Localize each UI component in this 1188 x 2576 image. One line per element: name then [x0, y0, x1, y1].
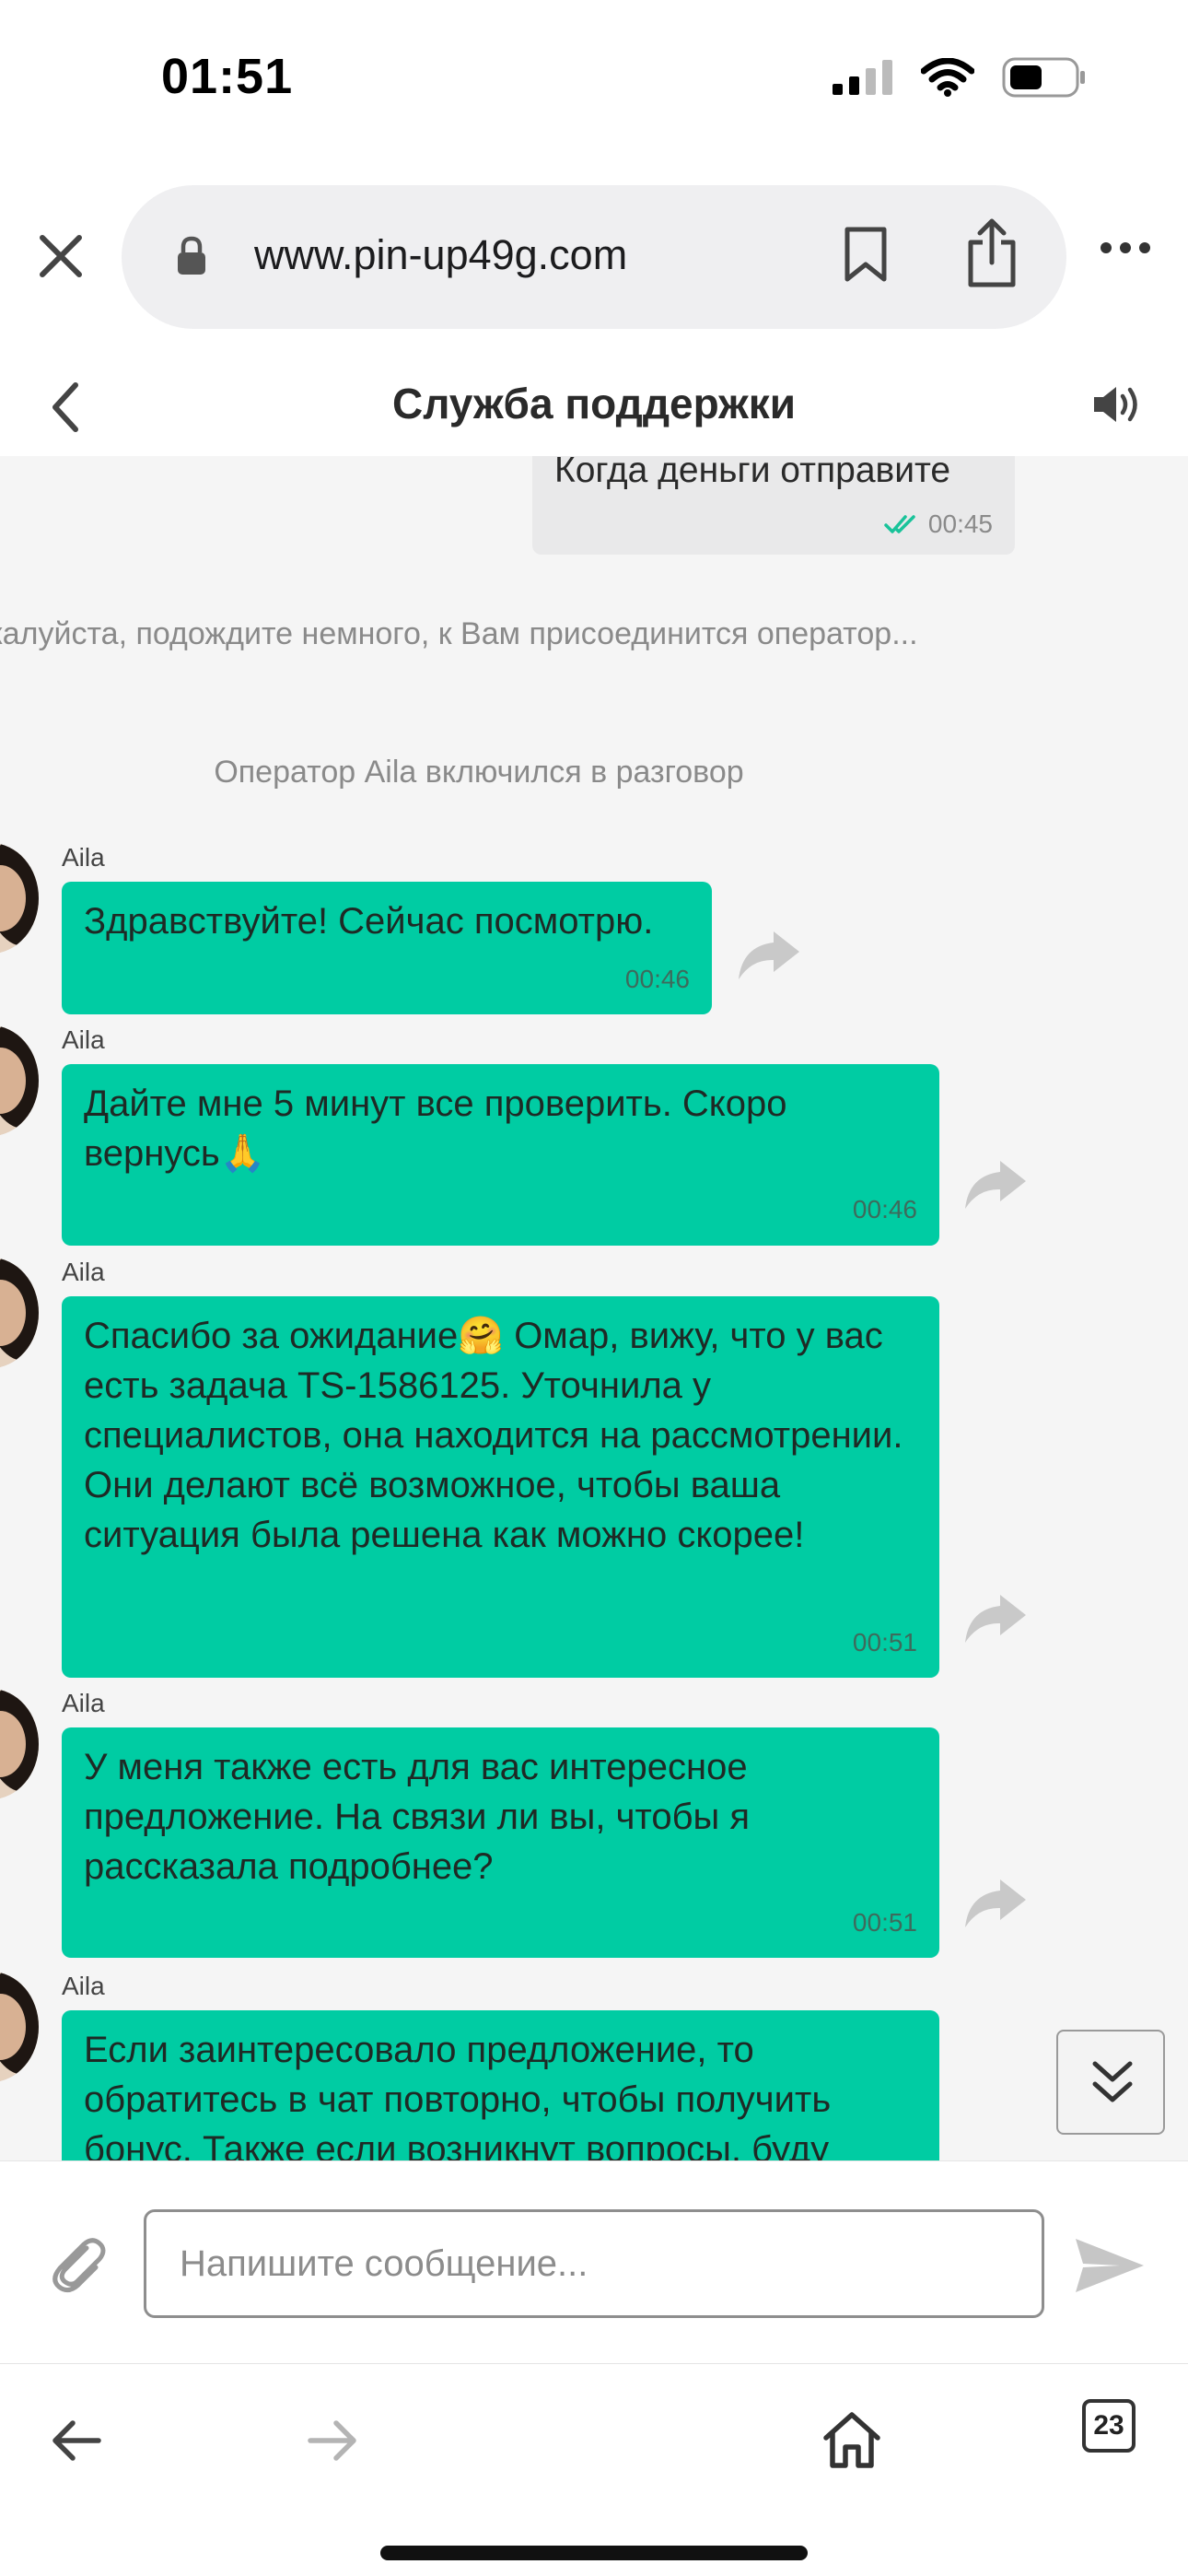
- scroll-to-bottom-button[interactable]: [1056, 2030, 1165, 2135]
- status-icons: [833, 57, 1087, 98]
- message-bubble: Здравствуйте! Сейчас посмотрю. 00:46: [62, 882, 712, 1014]
- chat-messages[interactable]: Когда деньги отправите 00:45 жалуйста, п…: [0, 456, 1188, 2160]
- home-indicator: [380, 2546, 808, 2560]
- double-chevron-down-icon: [1092, 2061, 1133, 2102]
- battery-icon: [1002, 57, 1085, 98]
- cellular-signal-icon: [833, 60, 892, 95]
- bookmark-icon: [844, 227, 887, 282]
- message-bubble: Спасибо за ожидание🤗 Омар, вижу, что у в…: [62, 1296, 939, 1678]
- operator-avatar: [0, 1258, 39, 1368]
- message-text: У меня также есть для вас интересное пре…: [84, 1747, 751, 1887]
- message-text: Если заинтересовало предложение, то обра…: [84, 2030, 832, 2160]
- system-message-joined: Оператор Aila включился в разговор: [214, 755, 744, 790]
- speaker-icon: [1094, 387, 1137, 422]
- user-message-text: Когда деньги отправите: [554, 456, 951, 490]
- operator-avatar: [0, 1025, 39, 1136]
- forward-arrow-icon[interactable]: [737, 930, 801, 981]
- operator-avatar: [0, 843, 39, 954]
- more-icon-dot: [1139, 242, 1150, 253]
- sender-name: Aila: [62, 843, 105, 872]
- send-button[interactable]: [1074, 2237, 1146, 2299]
- system-message-waiting: жалуйста, подождите немного, к Вам присо…: [0, 616, 918, 651]
- more-icon: [1101, 242, 1112, 253]
- paperclip-icon: [52, 2238, 106, 2292]
- wifi-icon: [921, 58, 974, 97]
- status-time: 01:51: [161, 49, 294, 104]
- user-message-meta: 00:45: [884, 509, 993, 539]
- close-button[interactable]: [35, 230, 87, 282]
- more-icon-dot: [1120, 242, 1131, 253]
- operator-avatar: [0, 1689, 39, 1799]
- close-icon: [40, 235, 82, 277]
- browser-back-button[interactable]: [51, 2419, 102, 2466]
- operator-avatar: [0, 1972, 39, 2082]
- sender-name: Aila: [62, 1689, 105, 1717]
- arrow-left-icon: [52, 2420, 101, 2461]
- sound-toggle-button[interactable]: [1092, 384, 1142, 429]
- message-bubble: У меня также есть для вас интересное пре…: [62, 1727, 939, 1958]
- message-bubble: Если заинтересовало предложение, то обра…: [62, 2010, 939, 2160]
- browser-toolbar: www.pin-up49g.com: [0, 180, 1188, 336]
- message-time: 00:45: [927, 509, 993, 538]
- forward-arrow-icon[interactable]: [963, 1593, 1028, 1645]
- chat-title: Служба поддержки: [391, 380, 797, 427]
- message-text: Дайте мне 5 минут все проверить. Скоро в…: [84, 1083, 787, 1174]
- double-check-icon: [884, 515, 915, 533]
- sender-name: Aila: [62, 1025, 105, 1054]
- browser-bottom-bar: 23: [0, 2363, 1188, 2576]
- browser-forward-button[interactable]: [307, 2419, 358, 2466]
- attach-button[interactable]: [48, 2233, 109, 2299]
- chat-header: Служба поддержки: [0, 355, 1188, 456]
- forward-arrow-icon[interactable]: [963, 1159, 1028, 1211]
- lock-icon: [178, 236, 205, 275]
- message-time: 00:51: [852, 1908, 917, 1937]
- forward-arrow-icon[interactable]: [963, 1878, 1028, 1929]
- sender-name: Aila: [62, 1258, 105, 1286]
- more-button[interactable]: [1101, 242, 1150, 253]
- sender-name: Aila: [62, 1972, 105, 2000]
- arrow-right-icon: [308, 2420, 356, 2461]
- message-time: 00:46: [852, 1195, 917, 1224]
- user-message: Когда деньги отправите 00:45: [532, 456, 1015, 555]
- message-composer: [0, 2160, 1188, 2363]
- tabs-button[interactable]: 23: [1082, 2399, 1136, 2453]
- send-icon: [1076, 2239, 1144, 2292]
- home-icon: [823, 2412, 880, 2468]
- message-time: 00:51: [852, 1628, 917, 1657]
- message-input[interactable]: [144, 2209, 1044, 2318]
- bookmark-button[interactable]: [842, 226, 890, 289]
- message-bubble: Дайте мне 5 минут все проверить. Скоро в…: [62, 1064, 939, 1246]
- share-button[interactable]: [965, 218, 1019, 293]
- status-bar: 01:51: [0, 0, 1188, 161]
- message-text: Здравствуйте! Сейчас посмотрю.: [84, 901, 654, 942]
- address-bar[interactable]: www.pin-up49g.com: [122, 185, 1066, 329]
- url-text: www.pin-up49g.com: [254, 231, 628, 278]
- message-text: Спасибо за ожидание🤗 Омар, вижу, что у в…: [84, 1316, 903, 1555]
- share-icon: [968, 218, 1016, 287]
- message-time: 00:46: [624, 965, 690, 993]
- browser-home-button[interactable]: [822, 2410, 881, 2474]
